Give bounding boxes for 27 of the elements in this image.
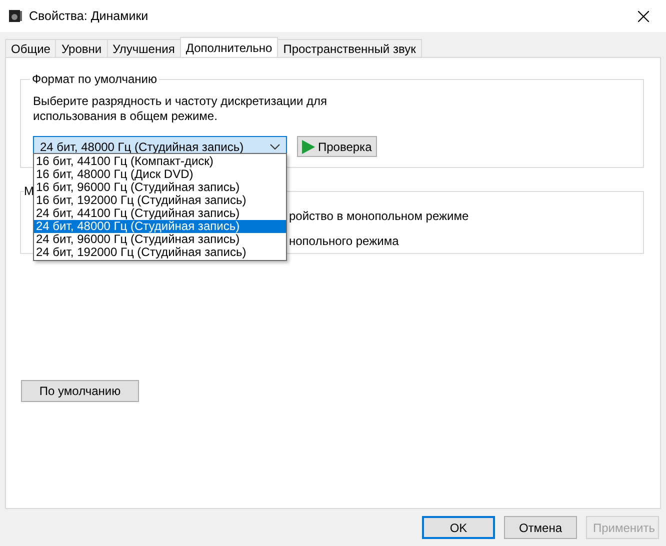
group-legend: М: [24, 184, 34, 198]
dropdown-option[interactable]: 24 бит, 48000 Гц (Студийная запись): [34, 220, 286, 233]
dropdown-option[interactable]: 24 бит, 192000 Гц (Студийная запись): [34, 246, 286, 259]
tab[interactable]: Общие: [5, 39, 56, 57]
group-legend: Формат по умолчанию: [30, 72, 159, 86]
dropdown-option[interactable]: 16 бит, 192000 Гц (Студийная запись): [34, 194, 286, 207]
dialog-button[interactable]: Отмена: [504, 516, 577, 539]
tab[interactable]: Улучшения: [106, 39, 181, 57]
dropdown-option[interactable]: 16 бит, 44100 Гц (Компакт-диск): [34, 155, 286, 168]
play-icon: [301, 140, 315, 154]
speaker-icon: [8, 9, 22, 23]
close-icon: [638, 10, 648, 22]
restore-defaults-button[interactable]: По умолчанию: [21, 380, 139, 402]
dropdown-option[interactable]: 16 бит, 96000 Гц (Студийная запись): [34, 181, 286, 194]
test-button[interactable]: Проверка: [297, 136, 377, 157]
tab[interactable]: Уровни: [55, 39, 108, 57]
tab[interactable]: Пространственный звук: [277, 39, 422, 57]
window-title: Свойства: Динамики: [29, 9, 150, 23]
option-label: ройство в монопольном режиме: [289, 209, 469, 224]
dialog-button[interactable]: OK: [422, 516, 495, 539]
option-label: нопольного режима: [289, 234, 399, 249]
description-text: Выберите разрядность и частоту дискретизации для использования в общем режиме.: [33, 94, 328, 124]
tab[interactable]: Дополнительно: [180, 37, 278, 57]
dropdown-option[interactable]: 24 бит, 44100 Гц (Студийная запись): [34, 207, 286, 220]
dropdown-option[interactable]: 16 бит, 48000 Гц (Диск DVD): [34, 168, 286, 181]
dropdown-option[interactable]: 24 бит, 96000 Гц (Студийная запись): [34, 233, 286, 246]
caret-icon: [270, 144, 280, 150]
